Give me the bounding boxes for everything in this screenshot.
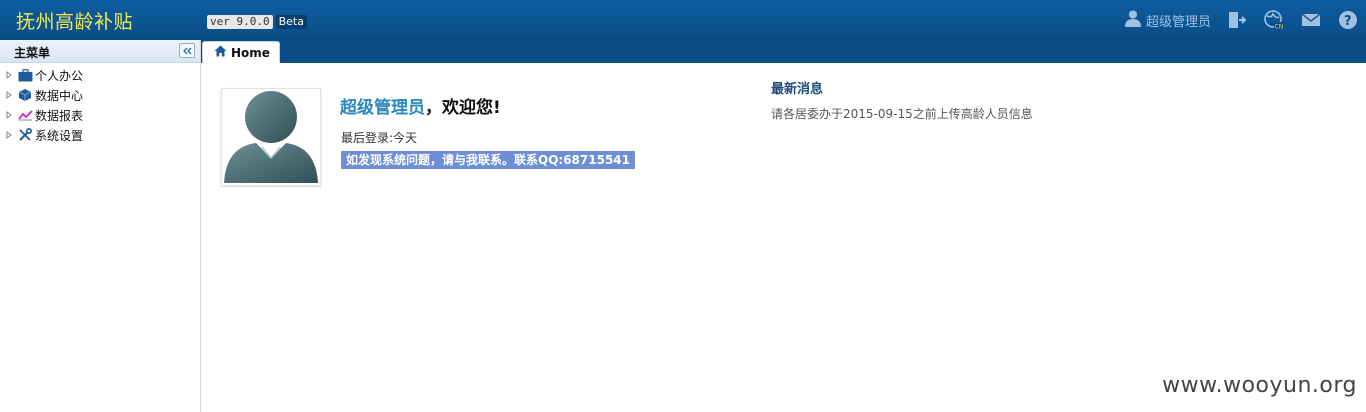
briefcase-icon <box>17 67 33 83</box>
last-login-text: 最后登录:今天 <box>341 131 418 145</box>
user-icon <box>1124 9 1142 31</box>
sidebar-item-personal-office[interactable]: 个人办公 <box>0 65 200 85</box>
logout-icon[interactable] <box>1227 10 1247 30</box>
sidebar-item-system-settings[interactable]: 系统设置 <box>0 125 200 145</box>
user-menu[interactable]: 超级管理员 <box>1124 9 1211 31</box>
menu-tree: 个人办公 数据中心 数据报表 系统设置 <box>0 63 200 145</box>
app-title: 抚州高龄补贴 <box>16 11 134 33</box>
sidebar-title: 主菜单 <box>14 46 51 60</box>
avatar <box>221 88 321 186</box>
contact-notice-badge: 如发现系统问题，请与我联系。联系QQ:68715541 <box>341 151 635 169</box>
expand-arrow-icon[interactable] <box>4 71 14 79</box>
tab-label: Home <box>231 45 270 60</box>
sidebar-item-label: 个人办公 <box>35 68 84 83</box>
sidebar-item-label: 数据报表 <box>35 108 84 123</box>
top-right-toolbar: 超级管理员 CN ? <box>1124 0 1366 40</box>
expand-arrow-icon[interactable] <box>4 111 14 119</box>
watermark: www.wooyun.org <box>1162 373 1357 398</box>
double-chevron-left-icon <box>183 47 192 54</box>
welcome-suffix: ，欢迎您! <box>425 98 501 118</box>
version-label: ver 9.0.0 <box>207 15 273 29</box>
tab-bar: Home <box>201 40 1366 63</box>
help-icon[interactable]: ? <box>1338 10 1358 30</box>
mail-icon[interactable] <box>1301 10 1321 30</box>
version-info: ver 9.0.0 Beta <box>207 15 307 29</box>
language-icon[interactable]: CN <box>1264 10 1284 30</box>
expand-arrow-icon[interactable] <box>4 131 14 139</box>
current-user-name: 超级管理员 <box>1145 14 1211 30</box>
sidebar-header: 主菜单 <box>0 40 200 63</box>
sidebar: 主菜单 个人办公 数据中心 数据报表 系统设置 <box>0 40 201 412</box>
sidebar-item-label: 数据中心 <box>35 88 84 103</box>
welcome-message: 超级管理员，欢迎您! <box>340 93 501 118</box>
sidebar-item-data-center[interactable]: 数据中心 <box>0 85 200 105</box>
cube-icon <box>17 87 33 103</box>
chart-icon <box>17 107 33 123</box>
sidebar-item-label: 系统设置 <box>35 128 84 143</box>
beta-badge: Beta <box>275 15 307 29</box>
tools-icon <box>17 127 33 143</box>
svg-text:?: ? <box>1344 14 1352 29</box>
tab-home[interactable]: Home <box>202 41 280 63</box>
collapse-sidebar-button[interactable] <box>179 43 195 58</box>
main-content: 超级管理员，欢迎您! 最后登录:今天 如发现系统问题，请与我联系。联系QQ:68… <box>201 63 1366 412</box>
welcome-username: 超级管理员 <box>340 98 425 118</box>
sidebar-item-data-reports[interactable]: 数据报表 <box>0 105 200 125</box>
home-icon <box>214 45 227 60</box>
news-item[interactable]: 请各居委办于2015-09-15之前上传高龄人员信息 <box>771 105 1033 122</box>
expand-arrow-icon[interactable] <box>4 91 14 99</box>
svg-text:CN: CN <box>1275 24 1284 31</box>
top-bar: 抚州高龄补贴 ver 9.0.0 Beta 超级管理员 CN ? <box>0 0 1366 40</box>
news-title: 最新消息 <box>771 82 824 97</box>
user-avatar-icon <box>224 91 318 183</box>
